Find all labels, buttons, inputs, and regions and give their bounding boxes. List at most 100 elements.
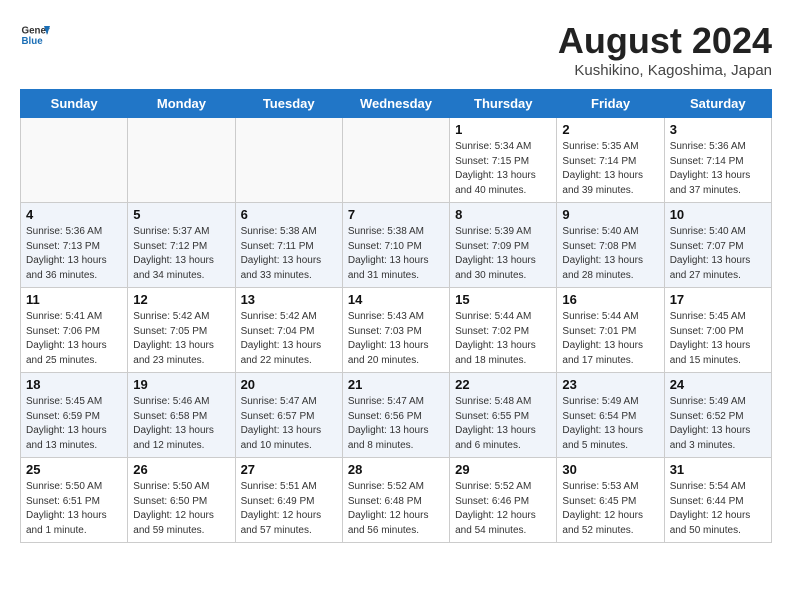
calendar-cell: 25 Sunrise: 5:50 AM Sunset: 6:51 PM Dayli… [21, 458, 128, 543]
day-info: Sunrise: 5:44 AM Sunset: 7:01 PM Dayligh… [562, 310, 658, 368]
title-block: August 2024 Kushikino, Kagoshima, Japan [558, 20, 772, 79]
weekday-header-friday: Friday [557, 90, 664, 118]
calendar-cell: 8Sunrise: 5:39 AM Sunset: 7:09 PM Daylig… [450, 203, 557, 288]
calendar-cell: 13Sunrise: 5:42 AM Sunset: 7:04 PM Dayli… [235, 288, 342, 373]
logo: General Blue [20, 20, 54, 50]
calendar-cell: 1 Sunrise: 5:34 AM Sunset: 7:15 PM Daylig… [450, 118, 557, 203]
day-info: Sunrise: 5:35 AM Sunset: 7:14 PM Dayligh… [562, 140, 658, 198]
day-number: 11 [26, 292, 122, 307]
day-info: Sunrise: 5:47 AM Sunset: 6:57 PM Dayligh… [241, 395, 337, 453]
day-info: Sunrise: 5:50 AM Sunset: 6:51 PM Dayligh… [26, 480, 122, 538]
day-info: Sunrise: 5:51 AM Sunset: 6:49 PM Dayligh… [241, 480, 337, 538]
day-info: Sunrise: 5:42 AM Sunset: 7:05 PM Dayligh… [133, 310, 229, 368]
calendar-header: SundayMondayTuesdayWednesdayThursdayFrid… [21, 90, 772, 118]
day-number: 21 [348, 377, 444, 392]
calendar-cell: 17 Sunrise: 5:45 AM Sunset: 7:00 PM Dayli… [664, 288, 771, 373]
calendar-table: SundayMondayTuesdayWednesdayThursdayFrid… [20, 89, 772, 543]
calendar-cell: 10Sunrise: 5:40 AM Sunset: 7:07 PM Dayli… [664, 203, 771, 288]
page-header: General Blue August 2024 Kushikino, Kago… [20, 20, 772, 79]
calendar-cell: 28 Sunrise: 5:52 AM Sunset: 6:48 PM Dayli… [342, 458, 449, 543]
day-info: Sunrise: 5:47 AM Sunset: 6:56 PM Dayligh… [348, 395, 444, 453]
day-info: Sunrise: 5:45 AM Sunset: 6:59 PM Dayligh… [26, 395, 122, 453]
calendar-cell: 11 Sunrise: 5:41 AM Sunset: 7:06 PM Dayli… [21, 288, 128, 373]
day-number: 9 [562, 207, 658, 222]
day-info: Sunrise: 5:38 AM Sunset: 7:10 PM Dayligh… [348, 225, 444, 283]
day-info: Sunrise: 5:49 AM Sunset: 6:52 PM Dayligh… [670, 395, 766, 453]
day-number: 1 [455, 122, 551, 137]
day-number: 3 [670, 122, 766, 137]
weekday-header-sunday: Sunday [21, 90, 128, 118]
day-info: Sunrise: 5:36 AM Sunset: 7:13 PM Dayligh… [26, 225, 122, 283]
day-number: 25 [26, 462, 122, 477]
calendar-cell: 19Sunrise: 5:46 AM Sunset: 6:58 PM Dayli… [128, 373, 235, 458]
day-number: 29 [455, 462, 551, 477]
calendar-week-3: 11 Sunrise: 5:41 AM Sunset: 7:06 PM Dayli… [21, 288, 772, 373]
day-info: Sunrise: 5:49 AM Sunset: 6:54 PM Dayligh… [562, 395, 658, 453]
calendar-cell: 2 Sunrise: 5:35 AM Sunset: 7:14 PM Daylig… [557, 118, 664, 203]
calendar-cell [128, 118, 235, 203]
calendar-cell: 20 Sunrise: 5:47 AM Sunset: 6:57 PM Dayli… [235, 373, 342, 458]
calendar-cell [21, 118, 128, 203]
day-number: 8 [455, 207, 551, 222]
day-number: 31 [670, 462, 766, 477]
weekday-header-thursday: Thursday [450, 90, 557, 118]
calendar-cell: 24 Sunrise: 5:49 AM Sunset: 6:52 PM Dayli… [664, 373, 771, 458]
weekday-header-saturday: Saturday [664, 90, 771, 118]
day-info: Sunrise: 5:52 AM Sunset: 6:46 PM Dayligh… [455, 480, 551, 538]
weekday-header-wednesday: Wednesday [342, 90, 449, 118]
day-number: 13 [241, 292, 337, 307]
calendar-week-4: 18 Sunrise: 5:45 AM Sunset: 6:59 PM Dayli… [21, 373, 772, 458]
day-info: Sunrise: 5:48 AM Sunset: 6:55 PM Dayligh… [455, 395, 551, 453]
day-number: 28 [348, 462, 444, 477]
day-number: 2 [562, 122, 658, 137]
day-number: 18 [26, 377, 122, 392]
calendar-cell: 6 Sunrise: 5:38 AM Sunset: 7:11 PM Daylig… [235, 203, 342, 288]
day-number: 30 [562, 462, 658, 477]
day-number: 4 [26, 207, 122, 222]
day-info: Sunrise: 5:52 AM Sunset: 6:48 PM Dayligh… [348, 480, 444, 538]
day-number: 15 [455, 292, 551, 307]
day-number: 20 [241, 377, 337, 392]
calendar-cell [235, 118, 342, 203]
day-number: 26 [133, 462, 229, 477]
day-info: Sunrise: 5:40 AM Sunset: 7:08 PM Dayligh… [562, 225, 658, 283]
svg-text:Blue: Blue [22, 36, 44, 47]
calendar-cell: 18 Sunrise: 5:45 AM Sunset: 6:59 PM Dayli… [21, 373, 128, 458]
day-number: 17 [670, 292, 766, 307]
day-number: 12 [133, 292, 229, 307]
month-title: August 2024 [558, 20, 772, 62]
calendar-cell: 27 Sunrise: 5:51 AM Sunset: 6:49 PM Dayli… [235, 458, 342, 543]
day-info: Sunrise: 5:41 AM Sunset: 7:06 PM Dayligh… [26, 310, 122, 368]
day-number: 24 [670, 377, 766, 392]
calendar-cell: 14Sunrise: 5:43 AM Sunset: 7:03 PM Dayli… [342, 288, 449, 373]
location: Kushikino, Kagoshima, Japan [558, 62, 772, 79]
calendar-cell: 3 Sunrise: 5:36 AM Sunset: 7:14 PM Daylig… [664, 118, 771, 203]
day-number: 7 [348, 207, 444, 222]
day-info: Sunrise: 5:54 AM Sunset: 6:44 PM Dayligh… [670, 480, 766, 538]
day-number: 22 [455, 377, 551, 392]
day-info: Sunrise: 5:37 AM Sunset: 7:12 PM Dayligh… [133, 225, 229, 283]
day-number: 27 [241, 462, 337, 477]
calendar-cell: 15Sunrise: 5:44 AM Sunset: 7:02 PM Dayli… [450, 288, 557, 373]
day-info: Sunrise: 5:50 AM Sunset: 6:50 PM Dayligh… [133, 480, 229, 538]
day-info: Sunrise: 5:38 AM Sunset: 7:11 PM Dayligh… [241, 225, 337, 283]
calendar-cell: 21 Sunrise: 5:47 AM Sunset: 6:56 PM Dayli… [342, 373, 449, 458]
calendar-cell: 22 Sunrise: 5:48 AM Sunset: 6:55 PM Dayli… [450, 373, 557, 458]
calendar-cell: 23 Sunrise: 5:49 AM Sunset: 6:54 PM Dayli… [557, 373, 664, 458]
calendar-cell [342, 118, 449, 203]
calendar-week-5: 25 Sunrise: 5:50 AM Sunset: 6:51 PM Dayli… [21, 458, 772, 543]
day-info: Sunrise: 5:53 AM Sunset: 6:45 PM Dayligh… [562, 480, 658, 538]
calendar-cell: 16Sunrise: 5:44 AM Sunset: 7:01 PM Dayli… [557, 288, 664, 373]
day-number: 6 [241, 207, 337, 222]
day-info: Sunrise: 5:43 AM Sunset: 7:03 PM Dayligh… [348, 310, 444, 368]
day-number: 23 [562, 377, 658, 392]
logo-icon: General Blue [20, 20, 50, 50]
day-info: Sunrise: 5:45 AM Sunset: 7:00 PM Dayligh… [670, 310, 766, 368]
calendar-cell: 12 Sunrise: 5:42 AM Sunset: 7:05 PM Dayli… [128, 288, 235, 373]
calendar-cell: 4 Sunrise: 5:36 AM Sunset: 7:13 PM Daylig… [21, 203, 128, 288]
day-info: Sunrise: 5:36 AM Sunset: 7:14 PM Dayligh… [670, 140, 766, 198]
day-info: Sunrise: 5:46 AM Sunset: 6:58 PM Dayligh… [133, 395, 229, 453]
calendar-cell: 30 Sunrise: 5:53 AM Sunset: 6:45 PM Dayli… [557, 458, 664, 543]
calendar-week-2: 4 Sunrise: 5:36 AM Sunset: 7:13 PM Daylig… [21, 203, 772, 288]
day-info: Sunrise: 5:34 AM Sunset: 7:15 PM Dayligh… [455, 140, 551, 198]
